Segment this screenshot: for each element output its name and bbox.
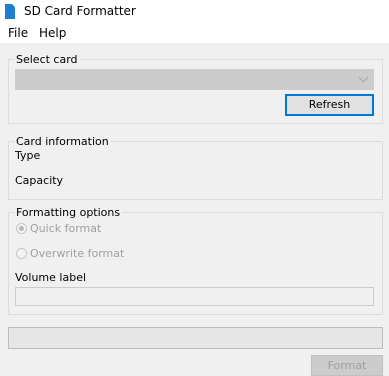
overwrite-format-label: Overwrite format bbox=[30, 247, 125, 260]
quick-format-label: Quick format bbox=[30, 222, 102, 235]
format-button[interactable]: Format bbox=[311, 355, 383, 376]
radio-unchecked-icon bbox=[16, 248, 27, 259]
formatting-options-label: Formatting options bbox=[14, 206, 123, 219]
overwrite-format-radio[interactable]: Overwrite format bbox=[16, 247, 124, 261]
chevron-down-icon bbox=[358, 72, 369, 83]
card-info-label: Card information bbox=[14, 135, 111, 148]
menu-help[interactable]: Help bbox=[39, 26, 66, 40]
volume-label-caption: Volume label bbox=[15, 271, 87, 284]
card-select[interactable] bbox=[15, 69, 374, 90]
capacity-label: Capacity bbox=[15, 174, 64, 187]
type-label: Type bbox=[15, 149, 41, 162]
progress-bar bbox=[8, 327, 383, 349]
quick-format-radio[interactable]: Quick format bbox=[16, 222, 101, 236]
title-bar: SD Card Formatter bbox=[0, 0, 389, 24]
menu-file[interactable]: File bbox=[8, 26, 28, 40]
volume-label-input[interactable] bbox=[15, 287, 374, 306]
sd-card-icon bbox=[5, 4, 15, 19]
window-title: SD Card Formatter bbox=[24, 4, 136, 18]
refresh-button[interactable]: Refresh bbox=[285, 94, 374, 116]
menu-bar: File Help bbox=[0, 24, 389, 43]
card-info-group bbox=[8, 141, 383, 200]
radio-checked-icon bbox=[16, 223, 27, 234]
select-card-label: Select card bbox=[14, 53, 80, 66]
